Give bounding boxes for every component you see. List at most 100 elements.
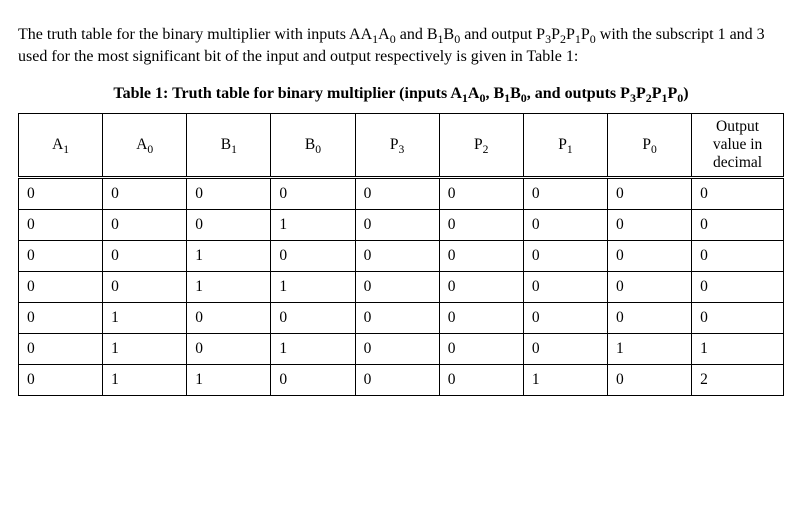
cell-P0: 0: [607, 210, 691, 241]
cell-B0: 1: [271, 272, 355, 303]
header-text: P: [642, 136, 651, 153]
col-header-dec: Output value in decimal: [692, 114, 784, 178]
cell-B0: 0: [271, 178, 355, 210]
subscript: 0: [147, 143, 153, 156]
cell-dec: 0: [692, 241, 784, 272]
table-body: 0000000000001000000010000000011000000100…: [19, 178, 784, 396]
table-caption: Table 1: Truth table for binary multipli…: [18, 85, 784, 103]
cell-P0: 0: [607, 241, 691, 272]
header-text: P: [390, 136, 399, 153]
cell-P3: 0: [355, 365, 439, 396]
intro-text: P: [551, 26, 560, 43]
cell-A1: 0: [19, 303, 103, 334]
cell-dec: 1: [692, 334, 784, 365]
cell-B0: 0: [271, 365, 355, 396]
subscript: 1: [567, 143, 573, 156]
cell-B1: 0: [187, 303, 271, 334]
cell-A0: 0: [103, 178, 187, 210]
cell-P1: 0: [523, 241, 607, 272]
cell-P3: 0: [355, 303, 439, 334]
cell-B0: 1: [271, 210, 355, 241]
subscript: 0: [651, 143, 657, 156]
cell-A1: 0: [19, 334, 103, 365]
cell-B0: 0: [271, 241, 355, 272]
cell-B1: 0: [187, 178, 271, 210]
cell-P2: 0: [439, 334, 523, 365]
cell-P1: 0: [523, 178, 607, 210]
intro-text: The truth table for the binary multiplie…: [18, 26, 361, 43]
subscript: 1: [63, 143, 69, 156]
cell-P0: 0: [607, 365, 691, 396]
caption-text: P: [668, 85, 678, 102]
cell-B1: 0: [187, 210, 271, 241]
col-header-A1: A1: [19, 114, 103, 178]
intro-text: A: [361, 26, 373, 43]
cell-P3: 0: [355, 334, 439, 365]
cell-P2: 0: [439, 178, 523, 210]
caption-text: , and outputs P: [527, 85, 630, 102]
intro-text: A: [378, 26, 390, 43]
col-header-A0: A0: [103, 114, 187, 178]
cell-P1: 0: [523, 303, 607, 334]
header-text: B: [305, 136, 315, 153]
header-text: B: [221, 136, 231, 153]
col-header-B0: B0: [271, 114, 355, 178]
intro-text: and B: [396, 26, 438, 43]
cell-B0: 0: [271, 303, 355, 334]
cell-P0: 0: [607, 178, 691, 210]
header-text: A: [136, 136, 147, 153]
caption-text: ): [683, 85, 688, 102]
cell-A1: 0: [19, 241, 103, 272]
cell-P3: 0: [355, 178, 439, 210]
cell-dec: 0: [692, 272, 784, 303]
col-header-P1: P1: [523, 114, 607, 178]
caption-text: A: [468, 85, 480, 102]
subscript: 1: [231, 143, 237, 156]
intro-text: B: [444, 26, 455, 43]
cell-P2: 0: [439, 210, 523, 241]
cell-A1: 0: [19, 178, 103, 210]
caption-text: Table 1: Truth table for binary multipli…: [113, 85, 462, 102]
cell-P2: 0: [439, 241, 523, 272]
cell-P3: 0: [355, 210, 439, 241]
cell-P2: 0: [439, 272, 523, 303]
table-row: 000100000: [19, 210, 784, 241]
intro-text: and output P: [460, 26, 545, 43]
cell-P0: 0: [607, 272, 691, 303]
cell-A1: 0: [19, 365, 103, 396]
cell-A0: 1: [103, 303, 187, 334]
table-row: 001100000: [19, 272, 784, 303]
header-text: A: [52, 136, 63, 153]
cell-B1: 1: [187, 365, 271, 396]
cell-A0: 0: [103, 272, 187, 303]
subscript: 3: [399, 143, 405, 156]
table-row: 011000102: [19, 365, 784, 396]
intro-paragraph: The truth table for the binary multiplie…: [18, 24, 784, 67]
cell-B1: 0: [187, 334, 271, 365]
table-header-row: A1 A0 B1 B0 P3 P2 P1 P0 Output value in …: [19, 114, 784, 178]
caption-text: P: [636, 85, 646, 102]
cell-P1: 0: [523, 210, 607, 241]
col-header-B1: B1: [187, 114, 271, 178]
cell-A0: 1: [103, 365, 187, 396]
document-page: The truth table for the binary multiplie…: [0, 0, 802, 416]
col-header-P3: P3: [355, 114, 439, 178]
cell-dec: 2: [692, 365, 784, 396]
caption-text: P: [652, 85, 662, 102]
cell-A0: 1: [103, 334, 187, 365]
cell-B0: 1: [271, 334, 355, 365]
cell-dec: 0: [692, 178, 784, 210]
cell-A1: 0: [19, 272, 103, 303]
subscript: 0: [315, 143, 321, 156]
intro-text: P: [581, 26, 590, 43]
cell-dec: 0: [692, 210, 784, 241]
table-row: 010100011: [19, 334, 784, 365]
cell-P1: 1: [523, 365, 607, 396]
cell-P0: 0: [607, 303, 691, 334]
cell-A0: 0: [103, 210, 187, 241]
cell-B1: 1: [187, 272, 271, 303]
cell-P2: 0: [439, 365, 523, 396]
subscript: 2: [483, 143, 489, 156]
truth-table: A1 A0 B1 B0 P3 P2 P1 P0 Output value in …: [18, 113, 784, 396]
cell-P3: 0: [355, 272, 439, 303]
